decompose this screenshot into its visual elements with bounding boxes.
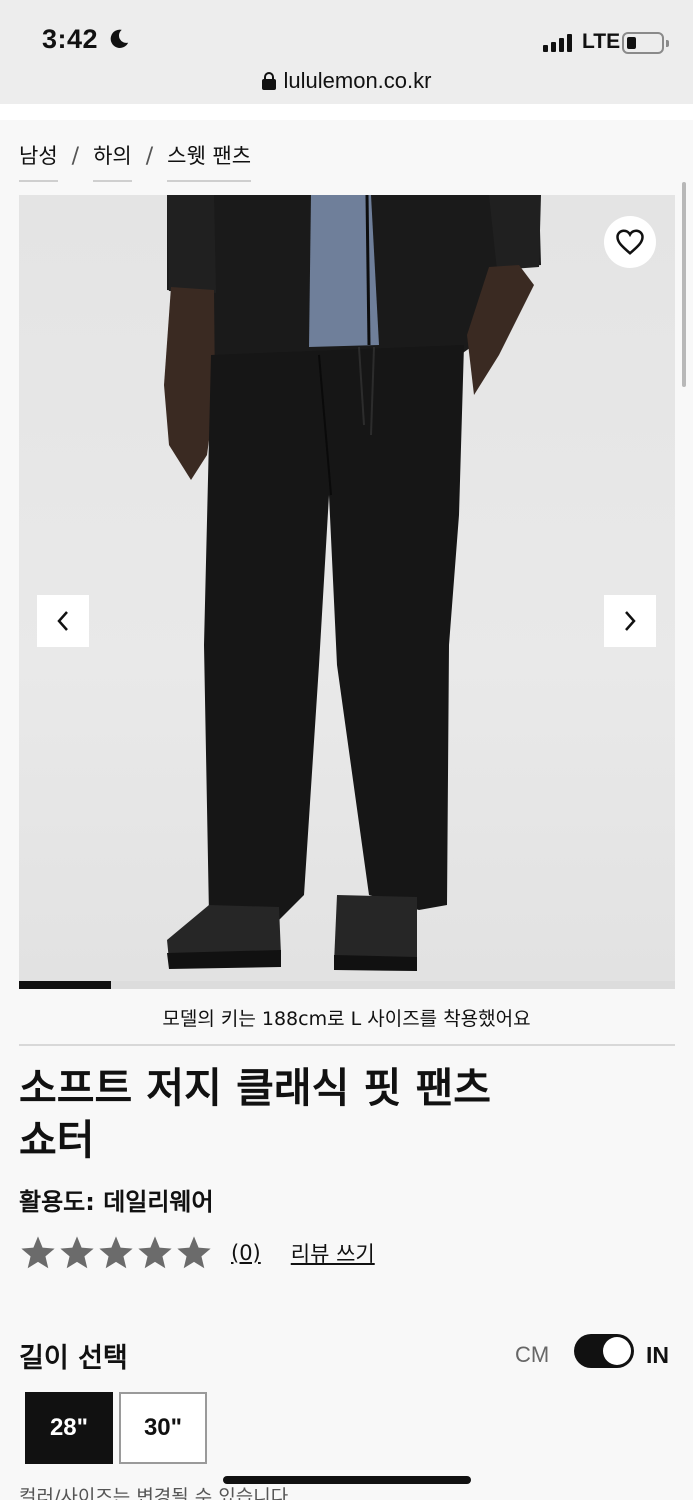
status-bar: 3:42 LTE — [0, 0, 693, 66]
toggle-knob — [603, 1337, 631, 1365]
scrollbar[interactable] — [682, 182, 686, 387]
rating-row: (0) 리뷰 쓰기 — [19, 1234, 375, 1272]
moon-icon — [110, 29, 129, 48]
product-image[interactable] — [19, 195, 675, 981]
breadcrumb-men[interactable]: 남성 — [19, 140, 58, 182]
gallery-progress-fill — [19, 981, 111, 989]
breadcrumb-bottoms[interactable]: 하의 — [93, 140, 132, 182]
chevron-right-icon — [625, 611, 636, 631]
star-icon — [21, 1236, 55, 1269]
next-image-button[interactable] — [604, 595, 656, 647]
length-option-30[interactable]: 30" — [119, 1392, 207, 1464]
product-photo — [164, 195, 541, 971]
battery-icon — [622, 32, 669, 54]
unit-in-label[interactable]: IN — [646, 1342, 669, 1369]
activity-label: 활용도: 데일리웨어 — [19, 1188, 214, 1216]
page-top-band — [0, 104, 693, 120]
home-indicator[interactable] — [223, 1476, 471, 1484]
wishlist-button[interactable] — [604, 216, 656, 268]
breadcrumb: 남성 / 하의 / 스웻 팬츠 — [19, 140, 252, 182]
heart-icon — [616, 229, 644, 255]
product-title-line1: 소프트 저지 클래식 핏 팬츠 — [19, 1064, 492, 1112]
rating-stars — [19, 1234, 213, 1272]
chevron-left-icon — [57, 611, 68, 631]
unit-cm-label[interactable]: CM — [515, 1342, 549, 1368]
product-title: 소프트 저지 클래식 핏 팬츠 쇼터 — [19, 1062, 619, 1166]
length-select-label: 길이 선택 — [19, 1343, 128, 1374]
length-option-28[interactable]: 28" — [25, 1392, 113, 1464]
star-icon — [177, 1236, 211, 1269]
breadcrumb-separator: / — [71, 143, 80, 169]
write-review-link[interactable]: 리뷰 쓰기 — [291, 1238, 375, 1268]
clock: 3:42 — [42, 24, 99, 54]
model-size-note: 모델의 키는 188cm로 L 사이즈를 착용했어요 — [162, 1008, 531, 1030]
signal-icon — [543, 34, 572, 52]
product-title-line2: 쇼터 — [19, 1116, 95, 1164]
unit-toggle[interactable] — [574, 1334, 634, 1368]
network-type: LTE — [582, 30, 621, 53]
star-icon — [99, 1236, 133, 1269]
review-count-link[interactable]: (0) — [231, 1241, 261, 1265]
previous-image-button[interactable] — [37, 595, 89, 647]
url-bar[interactable]: lululemon.co.kr — [0, 66, 693, 104]
star-icon — [60, 1236, 94, 1269]
color-size-footnote: 컬러/사이즈는 변경될 수 있습니다 — [19, 1486, 289, 1500]
url-text[interactable]: lululemon.co.kr — [284, 68, 432, 94]
divider — [19, 1044, 675, 1046]
star-icon — [138, 1236, 172, 1269]
gallery-progress-bar — [19, 981, 675, 989]
lock-icon — [261, 72, 276, 90]
breadcrumb-sweatpants[interactable]: 스웻 팬츠 — [167, 140, 252, 182]
breadcrumb-separator: / — [145, 143, 154, 169]
